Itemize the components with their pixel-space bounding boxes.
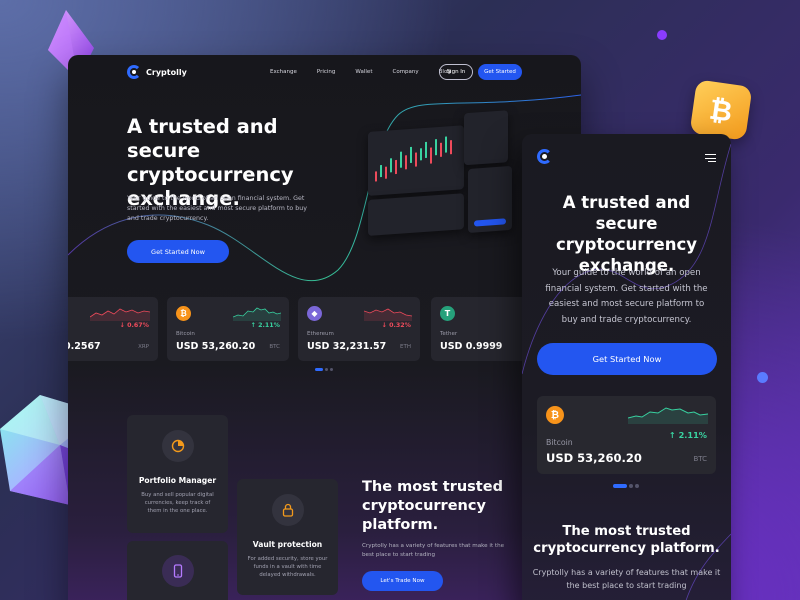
candlestick-panel bbox=[368, 125, 464, 196]
ethereum-icon: ◆ bbox=[307, 306, 322, 321]
coin-name: Tether bbox=[440, 331, 458, 337]
bitcoin-badge-icon: ₿ bbox=[689, 79, 753, 141]
mobile-trusted-subtitle: Cryptolly has a variety of features that… bbox=[532, 568, 721, 590]
price-ticker: ↓ 0.67% 0.2567 XRP ₿ Bitcoin ↑ 2.11% USD… bbox=[68, 297, 581, 361]
orders-panel bbox=[368, 193, 464, 236]
coin-symbol: XRP bbox=[138, 344, 149, 350]
top-nav: Cryptolly Exchange Pricing Wallet Compan… bbox=[68, 55, 581, 91]
dashboard-mockup bbox=[358, 109, 520, 248]
sparkline bbox=[233, 307, 281, 321]
decorative-orb bbox=[757, 372, 768, 383]
decorative-orb bbox=[657, 30, 667, 40]
price-change: ↓ 0.32% bbox=[381, 322, 411, 329]
pie-chart-icon bbox=[161, 430, 194, 462]
price-value: USD 0.9999 bbox=[440, 341, 503, 352]
brand-name: Cryptolly bbox=[146, 67, 187, 77]
nav-link-pricing[interactable]: Pricing bbox=[317, 69, 336, 75]
hero-subtitle: Your guide to the world of an open finan… bbox=[127, 195, 307, 222]
coin-name: Bitcoin bbox=[176, 331, 195, 337]
coin-name: Ethereum bbox=[307, 331, 334, 337]
feature-description: Buy and sell popular digital currencies,… bbox=[141, 492, 214, 514]
price-value: USD 53,260.20 bbox=[176, 341, 256, 352]
bitcoin-icon: ₿ bbox=[546, 406, 564, 424]
brand-logo[interactable]: Cryptolly bbox=[127, 65, 187, 79]
carousel-dots[interactable] bbox=[613, 484, 639, 488]
order-book-panel bbox=[464, 110, 508, 166]
trusted-section-title: The most trusted cryptocurrency platform… bbox=[362, 479, 503, 533]
feature-card-portfolio[interactable]: Portfolio Manager Buy and sell popular d… bbox=[127, 415, 228, 533]
lock-icon bbox=[271, 494, 304, 526]
coin-symbol: BTC bbox=[693, 455, 707, 463]
nav-link-wallet[interactable]: Wallet bbox=[355, 69, 372, 75]
coin-name: Bitcoin bbox=[546, 438, 573, 447]
sign-in-button[interactable]: Sign In bbox=[439, 64, 473, 80]
carousel-dots[interactable] bbox=[315, 368, 333, 371]
sparkline bbox=[364, 308, 412, 321]
nav-link-exchange[interactable]: Exchange bbox=[270, 69, 297, 75]
mobile-icon bbox=[161, 555, 194, 587]
lets-trade-now-button[interactable]: Let's Trade Now bbox=[362, 571, 443, 591]
sparkline bbox=[90, 308, 150, 321]
desktop-preview: Cryptolly Exchange Pricing Wallet Compan… bbox=[68, 55, 581, 600]
get-started-now-button[interactable]: Get Started Now bbox=[127, 240, 229, 263]
feature-description: For added security, store your funds in … bbox=[247, 556, 328, 578]
feature-title: Vault protection bbox=[252, 540, 323, 549]
mobile-hero-subtitle: Your guide to the world of an open finan… bbox=[545, 268, 708, 325]
trusted-section-subtitle: Cryptolly has a variety of features that… bbox=[362, 543, 505, 558]
price-change: ↑ 2.11% bbox=[668, 430, 707, 440]
mobile-preview: A trusted and secure cryptocurrency exch… bbox=[522, 134, 731, 600]
cryptolly-logo-icon bbox=[127, 65, 141, 79]
mobile-trusted-title: The most trusted cryptocurrency platform… bbox=[533, 524, 720, 556]
price-change: ↑ 2.11% bbox=[250, 322, 280, 329]
mobile-hero-title: A trusted and secure cryptocurrency exch… bbox=[556, 193, 697, 275]
nav-link-company[interactable]: Company bbox=[392, 69, 418, 75]
mobile-get-started-now-button[interactable]: Get Started Now bbox=[537, 343, 717, 375]
price-card-bitcoin[interactable]: ₿ Bitcoin ↑ 2.11% USD 53,260.20 BTC bbox=[167, 297, 289, 361]
feature-title: Portfolio Manager bbox=[138, 476, 217, 485]
price-value: USD 53,260.20 bbox=[546, 451, 642, 465]
price-change: ↓ 0.67% bbox=[119, 322, 149, 329]
price-card-xrp[interactable]: ↓ 0.67% 0.2567 XRP bbox=[68, 297, 158, 361]
sparkline bbox=[628, 407, 708, 424]
price-value: 0.2567 bbox=[68, 341, 101, 352]
tether-icon: T bbox=[440, 306, 455, 321]
coin-symbol: ETH bbox=[400, 344, 411, 350]
feature-card-mobile[interactable] bbox=[127, 541, 228, 600]
mobile-price-card-bitcoin[interactable]: ₿ Bitcoin ↑ 2.11% USD 53,260.20 BTC bbox=[537, 396, 716, 474]
trade-panel bbox=[468, 165, 512, 233]
cryptolly-logo-icon[interactable] bbox=[537, 149, 552, 164]
price-card-ethereum[interactable]: ◆ Ethereum ↓ 0.32% USD 32,231.57 ETH bbox=[298, 297, 420, 361]
price-value: USD 32,231.57 bbox=[307, 341, 387, 352]
coin-symbol: BTC bbox=[269, 344, 280, 350]
feature-card-vault[interactable]: Vault protection For added security, sto… bbox=[237, 479, 338, 595]
hamburger-menu-icon[interactable] bbox=[705, 154, 716, 162]
get-started-button[interactable]: Get Started bbox=[478, 64, 522, 80]
bitcoin-icon: ₿ bbox=[176, 306, 191, 321]
